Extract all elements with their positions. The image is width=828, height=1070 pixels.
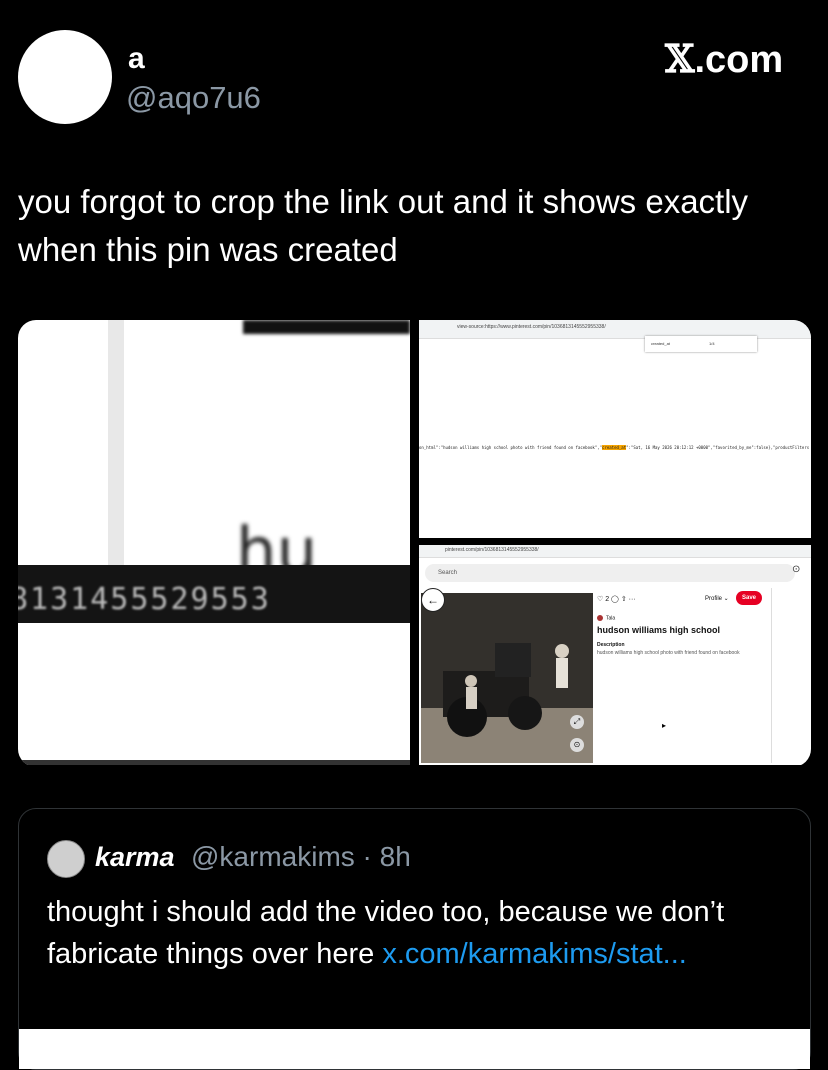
pin-author: Tala: [597, 615, 615, 621]
zoomed-screenshot[interactable]: hu 8131455529553: [18, 320, 410, 765]
lens-icon: ⊙: [570, 738, 584, 752]
pin-profile-dropdown: Profile ⌄: [705, 596, 729, 602]
quoted-media-preview[interactable]: [19, 1029, 810, 1069]
pin-details: ♡ 2 ◯ ⇧ ··· Profile ⌄ Save Tala hudson w…: [595, 588, 772, 763]
pinterest-screenshot[interactable]: pinterest.com/pin/1036813145552955338/ S…: [419, 545, 811, 765]
find-term: created_at: [651, 341, 670, 346]
pin-author-name: Tala: [606, 615, 616, 622]
x-brand-logo: 𝕏.com: [665, 36, 783, 82]
quoted-author-name[interactable]: karma: [95, 842, 175, 873]
zoom-vertical-line: [108, 320, 124, 575]
quoted-author-avatar[interactable]: [47, 840, 85, 878]
source-highlight: created_at: [602, 445, 627, 450]
find-bar: created_at 1/4: [645, 336, 757, 352]
media-grid[interactable]: hu 8131455529553 view-source:https://www…: [18, 320, 811, 767]
source-line: on_html":"hudson williams high school ph…: [419, 445, 809, 450]
back-arrow-icon: ←: [421, 588, 445, 612]
author-display-name[interactable]: a: [128, 42, 145, 76]
view-source-screenshot[interactable]: view-source:https://www.pinterest.com/pi…: [419, 320, 811, 538]
author-avatar[interactable]: [18, 30, 112, 124]
expand-icon: ⤢: [570, 715, 584, 729]
tweet-text: you forgot to crop the link out and it s…: [18, 183, 749, 268]
source-url: view-source:https://www.pinterest.com/pi…: [457, 324, 606, 330]
source-after: ":"Sat, 16 May 2026 20:12:12 +0000","fav…: [626, 445, 810, 450]
pin-photo: [421, 593, 593, 763]
pin-description: hudson williams high school photo with f…: [597, 650, 740, 656]
mouse-cursor-icon: ▸: [662, 721, 667, 730]
find-count: 1/4: [709, 341, 715, 346]
quoted-tweet[interactable]: karma @karmakims · 8h thought i should a…: [18, 808, 811, 1070]
source-before: on_html":"hudson williams high school ph…: [419, 445, 603, 450]
visual-search-icon: ⊙: [792, 564, 801, 575]
pin-save-button: Save: [736, 591, 762, 605]
browser-toolbar: pinterest.com/pin/1036813145552955338/: [419, 545, 811, 558]
quoted-tweet-link[interactable]: x.com/karmakims/stat...: [382, 938, 687, 970]
x-logo-icon: 𝕏: [665, 36, 695, 81]
pin-search-bar: Search: [425, 564, 795, 582]
author-handle[interactable]: @aqo7u6: [126, 80, 261, 116]
pin-author-avatar: [597, 615, 603, 621]
brand-suffix: .com: [694, 39, 784, 81]
pin-title: hudson williams high school: [597, 625, 721, 635]
zoom-text-fragment: [243, 320, 410, 334]
pin-url: pinterest.com/pin/1036813145552955338/: [445, 547, 539, 553]
zoom-pin-digits: 8131455529553: [18, 582, 271, 617]
pin-actions: ♡ 2 ◯ ⇧ ···: [597, 596, 636, 603]
pin-description-label: Description: [597, 642, 625, 648]
quoted-author-handle[interactable]: @karmakims · 8h: [191, 841, 411, 873]
zoom-bottom-bar: [18, 760, 410, 765]
quoted-tweet-text: thought i should add the video too, beca…: [47, 891, 787, 975]
pin-search-placeholder: Search: [438, 570, 458, 576]
pin-photo-drawing: [421, 593, 593, 763]
